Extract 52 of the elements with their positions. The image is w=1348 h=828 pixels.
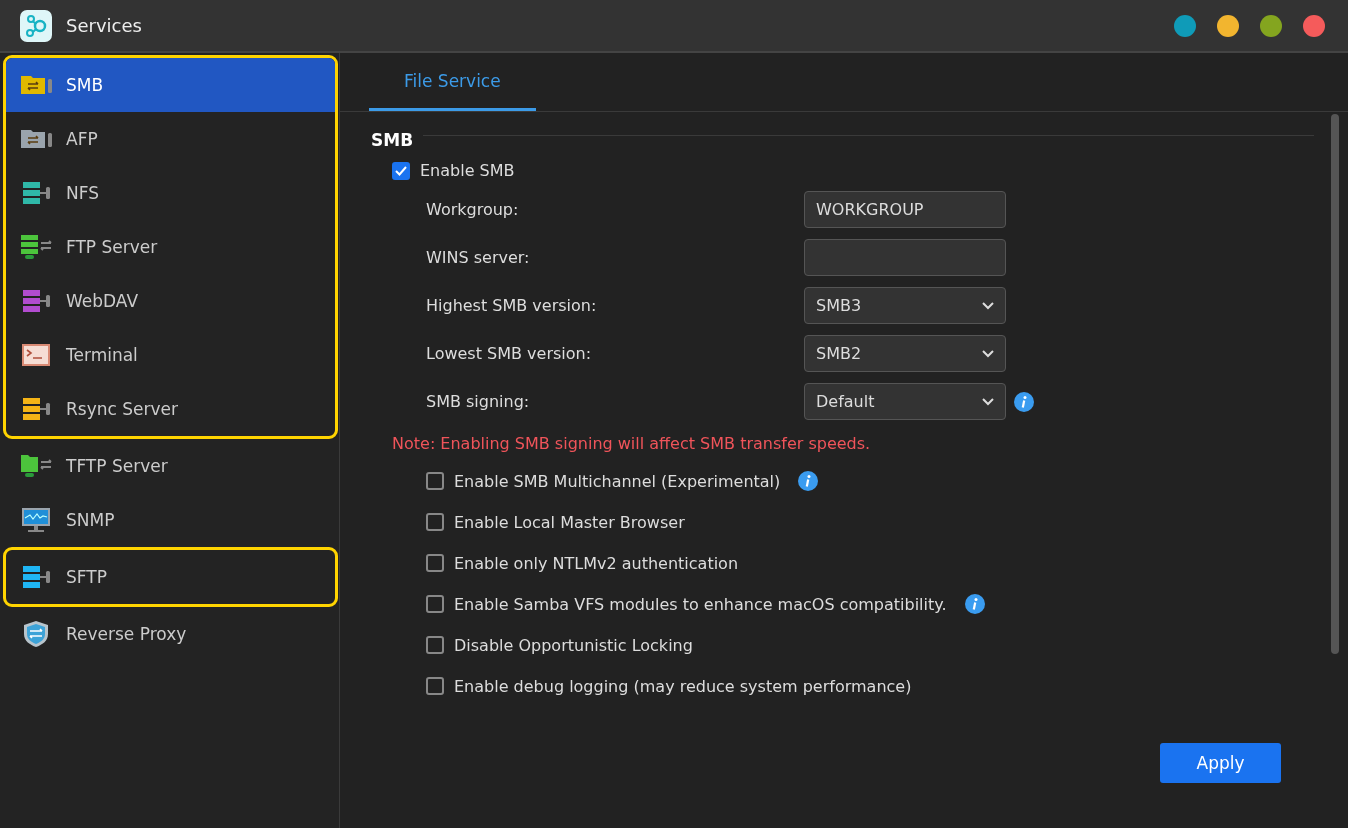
app-logo-icon <box>20 9 52 42</box>
sidebar-item[interactable]: SMB <box>6 58 335 112</box>
warning-note: Note: Enabling SMB signing will affect SMB transfer speeds. <box>392 434 872 453</box>
chevron-down-icon <box>982 301 994 310</box>
apply-button[interactable]: Apply <box>1160 743 1281 783</box>
tab[interactable]: File Service <box>369 53 536 111</box>
window-control-dot[interactable] <box>1303 14 1325 37</box>
checkbox-label: Enable Local Master Browser <box>454 512 685 532</box>
checkbox[interactable] <box>426 595 444 613</box>
sidebar-item[interactable]: SFTP <box>6 550 335 604</box>
info-icon[interactable] <box>1014 391 1034 412</box>
checkbox[interactable] <box>392 161 410 180</box>
checkbox-label: Enable SMB <box>420 161 515 180</box>
input-field[interactable] <box>804 239 1006 276</box>
info-icon[interactable] <box>798 471 819 491</box>
checkbox-label: Enable debug logging (may reduce system performance) <box>454 676 912 696</box>
sidebar-item[interactable]: WebDAV <box>6 274 335 328</box>
field-label: Workgroup: <box>426 200 520 219</box>
checkbox[interactable] <box>426 513 444 531</box>
field-label: Lowest SMB version: <box>426 344 593 363</box>
scrollbar[interactable] <box>1331 114 1339 654</box>
sidebar-item[interactable]: TFTP Server <box>3 439 336 493</box>
checkbox-label: Enable SMB Multichannel (Experimental) <box>454 471 781 491</box>
checkbox[interactable] <box>426 472 444 490</box>
window-control-dot[interactable] <box>1260 14 1282 37</box>
sidebar-item[interactable]: AFP <box>6 112 335 166</box>
sidebar-item[interactable]: Terminal <box>6 328 335 382</box>
field-label: WINS server: <box>426 248 531 267</box>
field-label: SMB signing: <box>426 392 531 411</box>
dropdown[interactable]: Default <box>804 383 1006 420</box>
checkbox[interactable] <box>426 677 444 695</box>
checkbox-label: Disable Opportunistic Locking <box>454 635 693 655</box>
sidebar-item[interactable]: NFS <box>6 166 335 220</box>
field-label: Highest SMB version: <box>426 296 598 315</box>
sidebar-item[interactable]: FTP Server <box>6 220 335 274</box>
input-field[interactable]: WORKGROUP <box>804 191 1006 228</box>
checkbox[interactable] <box>426 554 444 572</box>
window-control-dot[interactable] <box>1174 14 1196 37</box>
checkbox-label: Enable only NTLMv2 authentication <box>454 553 739 573</box>
dropdown[interactable]: SMB2 <box>804 335 1006 372</box>
window-title: Services <box>66 15 142 36</box>
sidebar-item[interactable]: SNMP <box>3 493 336 547</box>
sidebar-item[interactable]: Rsync Server <box>6 382 335 436</box>
checkbox-label: Enable Samba VFS modules to enhance macOS compatibility. <box>454 594 947 614</box>
chevron-down-icon <box>982 397 994 406</box>
window-control-dot[interactable] <box>1217 14 1239 37</box>
info-icon[interactable] <box>964 594 985 614</box>
section-title: SMB <box>370 130 414 150</box>
dropdown[interactable]: SMB3 <box>804 287 1006 324</box>
checkbox[interactable] <box>426 636 444 654</box>
chevron-down-icon <box>982 349 994 358</box>
sidebar-item[interactable]: Reverse Proxy <box>3 607 336 661</box>
